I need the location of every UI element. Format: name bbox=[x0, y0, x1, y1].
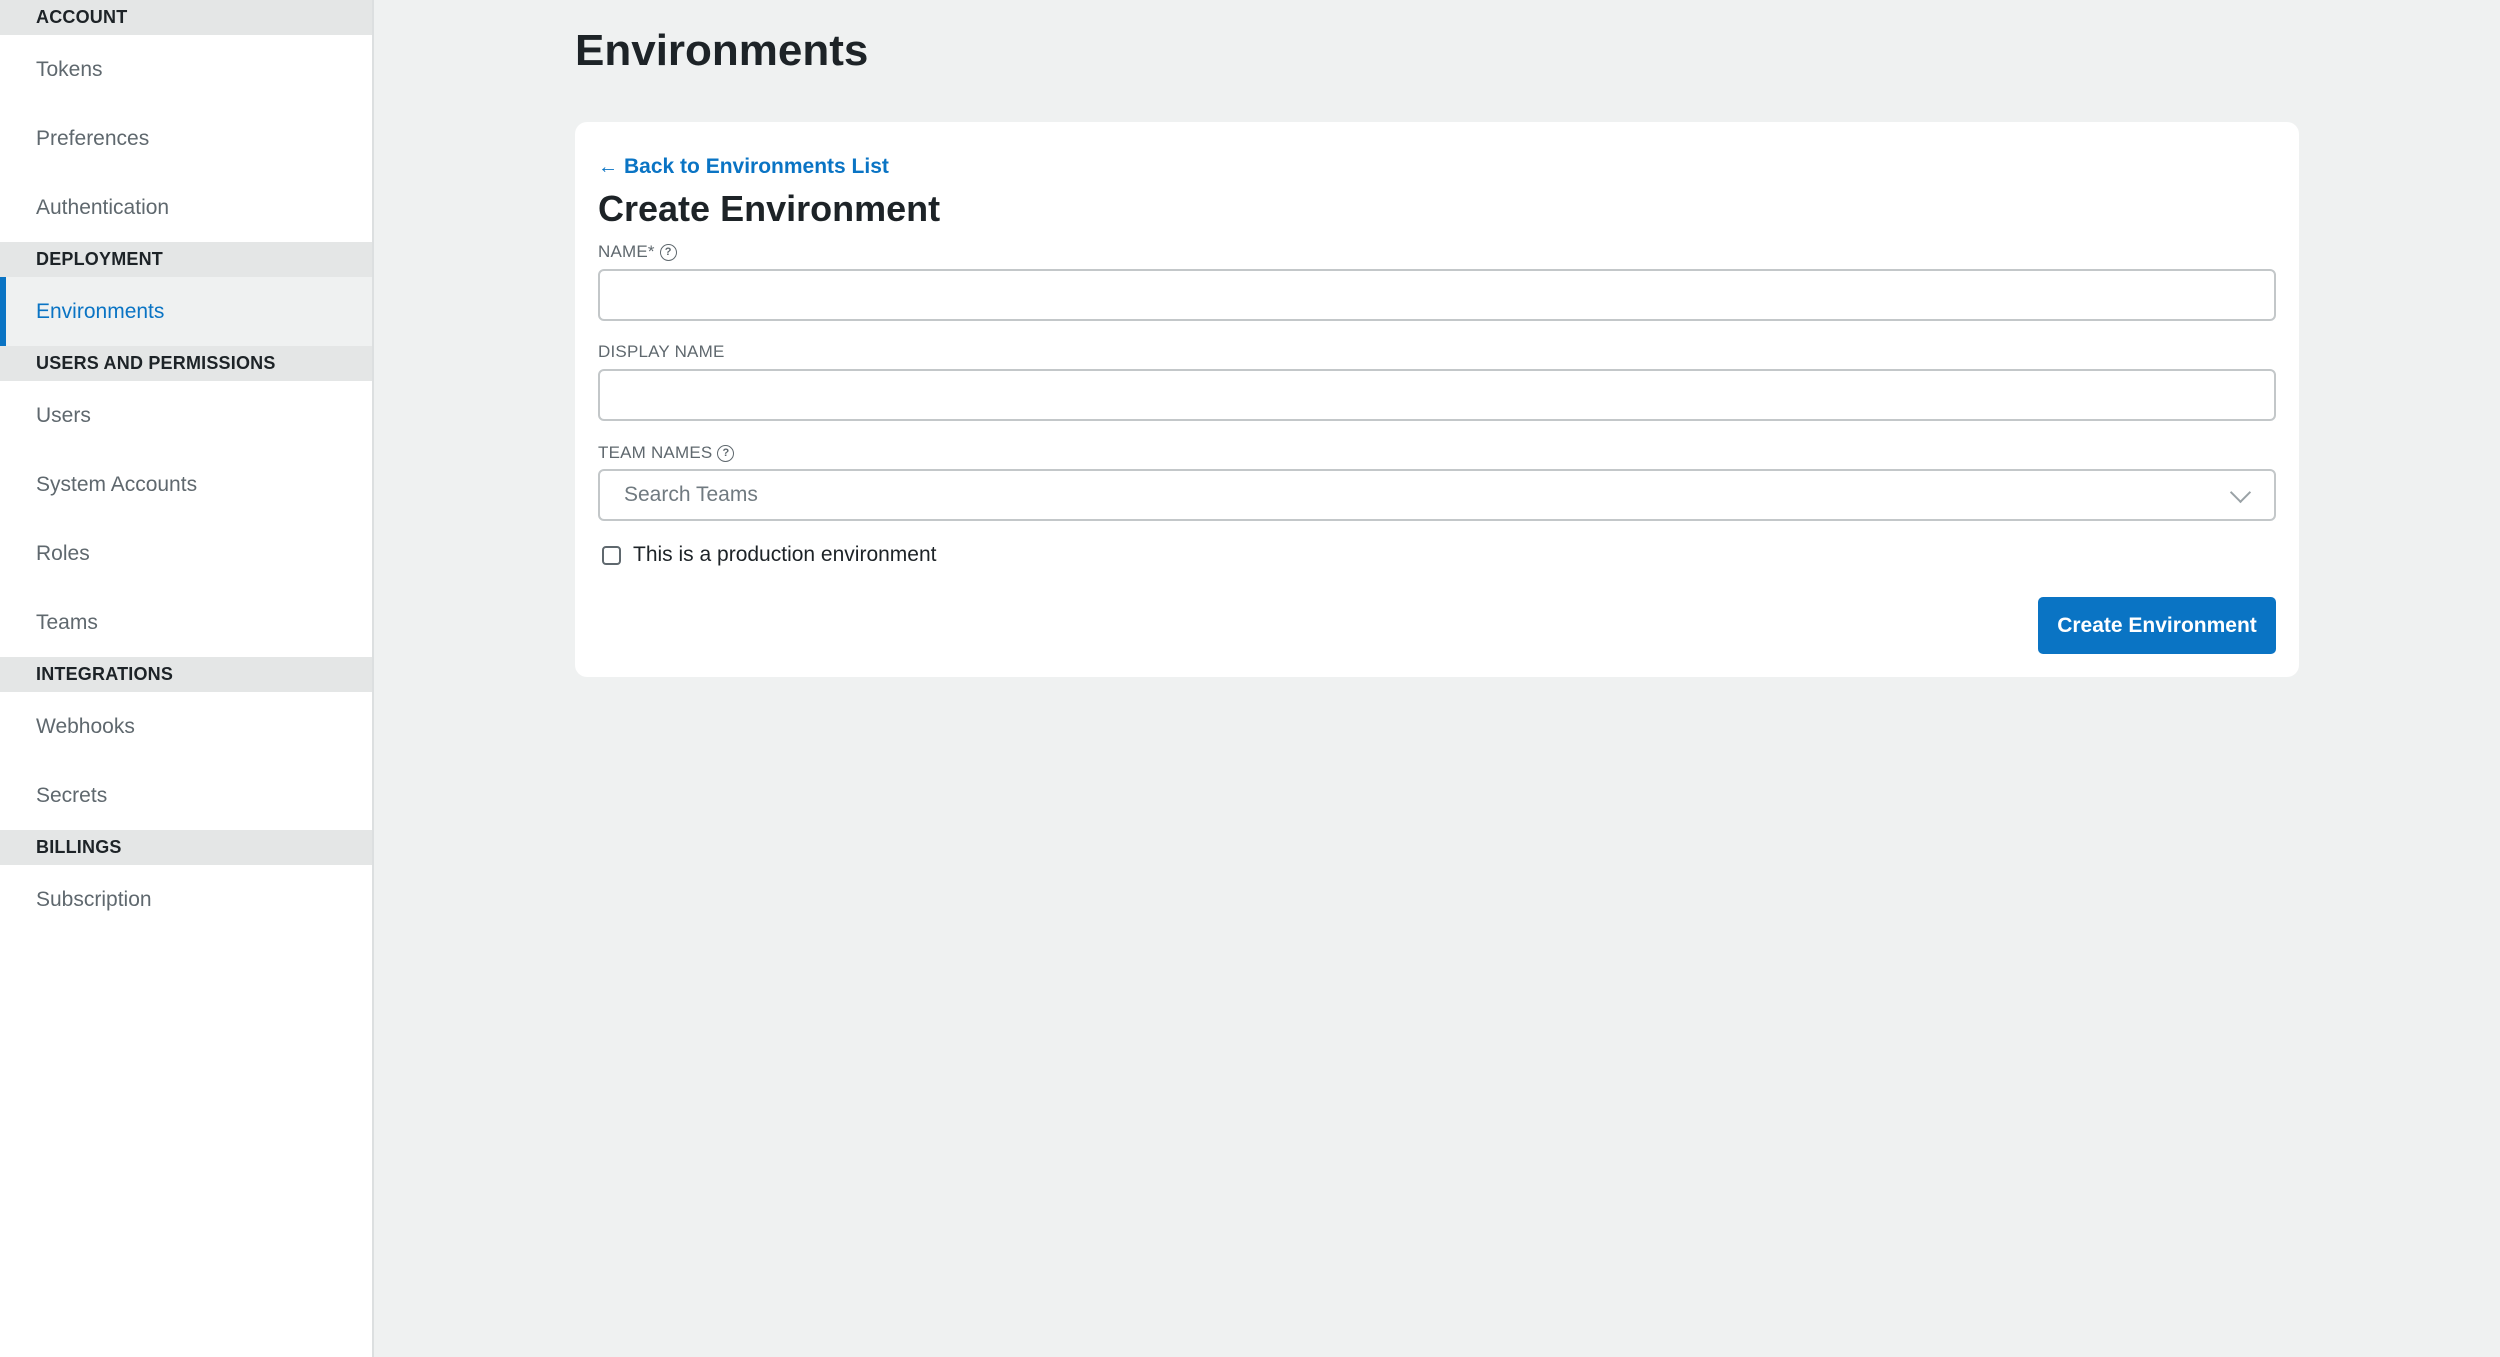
sidebar-item-users[interactable]: Users bbox=[0, 381, 372, 450]
sidebar-item-roles[interactable]: Roles bbox=[0, 519, 372, 588]
main-content: Environments ← Back to Environments List… bbox=[376, 0, 2500, 1357]
sidebar: ACCOUNT Tokens Preferences Authenticatio… bbox=[0, 0, 374, 1357]
section-header-integrations: INTEGRATIONS bbox=[0, 657, 372, 692]
production-checkbox[interactable] bbox=[602, 545, 621, 565]
team-names-label-text: TEAM NAMES bbox=[598, 443, 713, 462]
sidebar-item-webhooks[interactable]: Webhooks bbox=[0, 692, 372, 761]
sidebar-item-environments[interactable]: Environments bbox=[0, 277, 372, 346]
section-header-account: ACCOUNT bbox=[0, 0, 372, 35]
team-names-select[interactable]: Search Teams bbox=[598, 469, 2276, 521]
form-title: Create Environment bbox=[598, 188, 941, 229]
sidebar-item-subscription[interactable]: Subscription bbox=[0, 865, 372, 934]
back-to-environments-link[interactable]: ← Back to Environments List bbox=[598, 155, 889, 179]
name-label-text: NAME* bbox=[598, 242, 655, 261]
section-header-deployment: DEPLOYMENT bbox=[0, 242, 372, 277]
question-circle-icon[interactable]: ? bbox=[659, 243, 677, 261]
question-circle-icon[interactable]: ? bbox=[717, 444, 735, 462]
create-environment-button[interactable]: Create Environment bbox=[2038, 597, 2276, 654]
page-title: Environments bbox=[575, 26, 869, 75]
section-header-billings: BILLINGS bbox=[0, 830, 372, 865]
display-name-label-text: DISPLAY NAME bbox=[598, 342, 725, 361]
production-checkbox-row[interactable]: This is a production environment bbox=[602, 543, 937, 567]
display-name-input[interactable] bbox=[598, 369, 2276, 421]
back-link-label: Back to Environments List bbox=[624, 155, 889, 178]
sidebar-item-preferences[interactable]: Preferences bbox=[0, 104, 372, 173]
name-input[interactable] bbox=[598, 269, 2276, 321]
section-header-users-and-permissions: USERS AND PERMISSIONS bbox=[0, 346, 372, 381]
sidebar-item-authentication[interactable]: Authentication bbox=[0, 173, 372, 242]
arrow-left-icon: ← bbox=[598, 155, 618, 178]
create-environment-card: ← Back to Environments List Create Envir… bbox=[575, 122, 2299, 677]
sidebar-item-system-accounts[interactable]: System Accounts bbox=[0, 450, 372, 519]
sidebar-item-tokens[interactable]: Tokens bbox=[0, 35, 372, 104]
production-checkbox-label: This is a production environment bbox=[633, 543, 937, 566]
sidebar-item-teams[interactable]: Teams bbox=[0, 588, 372, 657]
name-label: NAME* ? bbox=[598, 242, 677, 262]
display-name-label: DISPLAY NAME bbox=[598, 342, 724, 362]
sidebar-item-secrets[interactable]: Secrets bbox=[0, 761, 372, 830]
chevron-down-icon bbox=[2230, 485, 2250, 505]
team-names-placeholder: Search Teams bbox=[624, 483, 758, 506]
team-names-label: TEAM NAMES ? bbox=[598, 443, 735, 463]
